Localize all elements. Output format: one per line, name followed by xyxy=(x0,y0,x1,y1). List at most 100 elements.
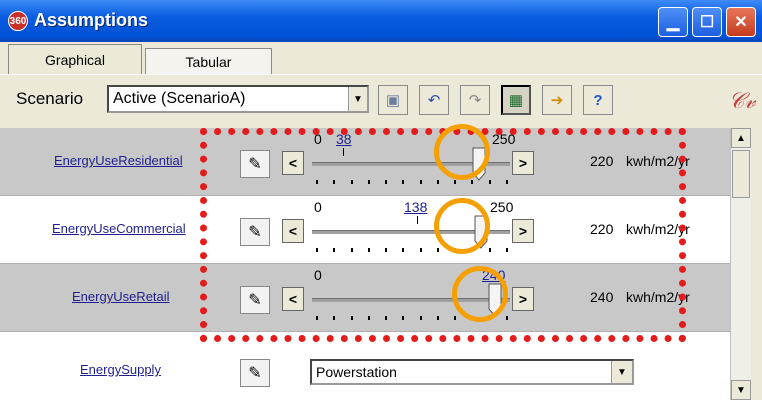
chevron-left-icon: < xyxy=(288,291,298,307)
slider-tick xyxy=(333,180,336,184)
link-energyusecommercial[interactable]: EnergyUseCommercial xyxy=(52,221,186,236)
slider-baseline-value: 138 xyxy=(404,199,428,215)
lock-button[interactable]: ✎ xyxy=(240,150,270,178)
title-bar[interactable]: 360 Assumptions ▁ ☐ ✕ xyxy=(0,0,762,42)
tab-bar: Graphical Tabular xyxy=(0,42,762,74)
decrement-button[interactable]: < xyxy=(282,219,304,243)
slider-tick xyxy=(471,316,474,320)
slider-tick xyxy=(333,248,336,252)
toolbar: Scenario Active (ScenarioA) ▼ ▣ ↶ ↷ ▦ ➔ … xyxy=(0,74,762,129)
unit-text: kwh/m2/yr xyxy=(626,153,690,169)
close-button[interactable]: ✕ xyxy=(726,7,756,37)
minimize-icon: ▁ xyxy=(666,14,680,31)
slider-min: 0 xyxy=(314,131,322,147)
slider-track[interactable] xyxy=(312,298,510,302)
scroll-thumb[interactable] xyxy=(732,150,750,198)
row-energyuseresidential: EnergyUseResidential ✎ < 0 38 250 > 220 … xyxy=(0,128,730,196)
pin-icon: ✎ xyxy=(248,292,262,309)
slider-tick xyxy=(316,248,318,252)
slider-min: 0 xyxy=(314,199,322,215)
slider-baseline-value: 38 xyxy=(336,131,352,147)
slider-tick xyxy=(454,316,457,320)
chevron-up-icon: ▲ xyxy=(736,132,746,144)
increment-button[interactable]: > xyxy=(512,287,534,311)
scenario-select-value: Active (ScenarioA) xyxy=(113,90,246,107)
value-text: 240 xyxy=(590,289,614,305)
slider-tick xyxy=(488,316,491,320)
slider-tick xyxy=(436,248,439,252)
slider-tick xyxy=(385,248,388,252)
slider-min: 0 xyxy=(314,267,322,283)
scroll-down-button[interactable]: ▼ xyxy=(731,380,751,400)
chevron-right-icon: > xyxy=(518,223,528,239)
slider-thumb[interactable] xyxy=(474,215,488,249)
save-icon: ▣ xyxy=(385,92,401,109)
slider-max: 250 xyxy=(492,131,516,147)
value-text: 220 xyxy=(590,153,614,169)
baseline-tick xyxy=(343,148,344,156)
slider-tick xyxy=(454,180,457,184)
assumptions-list: EnergyUseResidential ✎ < 0 38 250 > 220 … xyxy=(0,128,730,413)
export-button[interactable]: ➔ xyxy=(542,85,572,115)
slider-tick xyxy=(316,180,318,184)
slider-thumb[interactable] xyxy=(472,147,486,181)
tab-graphical[interactable]: Graphical xyxy=(8,44,142,74)
chevron-left-icon: < xyxy=(288,155,298,171)
lock-button[interactable]: ✎ xyxy=(240,359,270,387)
maximize-button[interactable]: ☐ xyxy=(692,7,722,37)
close-icon: ✕ xyxy=(734,14,748,31)
link-energyuseretail[interactable]: EnergyUseRetail xyxy=(72,289,170,304)
help-button[interactable]: ? xyxy=(583,85,613,115)
slider-tick xyxy=(471,248,474,252)
lock-button[interactable]: ✎ xyxy=(240,218,270,246)
pin-icon: ✎ xyxy=(248,224,262,241)
chevron-left-icon: < xyxy=(288,223,298,239)
chevron-right-icon: > xyxy=(518,291,528,307)
slider-tick xyxy=(402,248,405,252)
energysupply-select[interactable]: Powerstation ▼ xyxy=(310,359,634,385)
grid-view-button[interactable]: ▦ xyxy=(501,85,531,115)
scenario-select[interactable]: Active (ScenarioA) ▼ xyxy=(107,85,369,113)
tab-tabular[interactable]: Tabular xyxy=(145,48,272,74)
chevron-down-icon[interactable]: ▼ xyxy=(611,361,632,383)
vertical-scrollbar[interactable]: ▲ ▼ xyxy=(730,128,751,400)
pin-icon: ✎ xyxy=(248,156,262,173)
lock-button[interactable]: ✎ xyxy=(240,286,270,314)
redo-button[interactable]: ↷ xyxy=(460,85,490,115)
row-energyuseretail: EnergyUseRetail ✎ < 0 240 > 240 kwh/m2/y… xyxy=(0,264,730,332)
slider-tick xyxy=(506,248,508,252)
decrement-button[interactable]: < xyxy=(282,151,304,175)
slider-tick xyxy=(488,180,491,184)
slider-tick xyxy=(350,248,353,252)
slider-thumb[interactable] xyxy=(488,283,502,317)
slider-tick xyxy=(350,180,353,184)
scroll-up-button[interactable]: ▲ xyxy=(731,128,751,148)
chevron-down-icon[interactable]: ▼ xyxy=(348,87,367,111)
undo-button[interactable]: ↶ xyxy=(419,85,449,115)
slider-max: 250 xyxy=(490,199,514,215)
slider-tick xyxy=(367,316,370,320)
link-energyuseresidential[interactable]: EnergyUseResidential xyxy=(54,153,183,168)
slider-tick xyxy=(488,248,491,252)
unit-text: kwh/m2/yr xyxy=(626,221,690,237)
link-energysupply[interactable]: EnergySupply xyxy=(80,362,161,377)
brand-logo: 𝒞𝓋 xyxy=(728,88,756,114)
row-energysupply: EnergySupply ✎ Powerstation ▼ xyxy=(0,332,730,402)
save-scenario-button[interactable]: ▣ xyxy=(378,85,408,115)
minimize-button[interactable]: ▁ xyxy=(658,7,688,37)
baseline-tick xyxy=(417,216,418,224)
window-title: Assumptions xyxy=(34,10,149,30)
slider-tick xyxy=(350,316,353,320)
slider-tick xyxy=(333,316,336,320)
slider-tick xyxy=(385,180,388,184)
energysupply-select-value: Powerstation xyxy=(316,364,397,380)
slider-tick xyxy=(454,248,457,252)
slider-tick xyxy=(385,316,388,320)
slider-tick xyxy=(419,180,422,184)
chevron-down-icon: ▼ xyxy=(736,384,746,396)
increment-button[interactable]: > xyxy=(512,219,534,243)
slider-tick xyxy=(367,248,370,252)
increment-button[interactable]: > xyxy=(512,151,534,175)
decrement-button[interactable]: < xyxy=(282,287,304,311)
slider-tick xyxy=(506,180,508,184)
